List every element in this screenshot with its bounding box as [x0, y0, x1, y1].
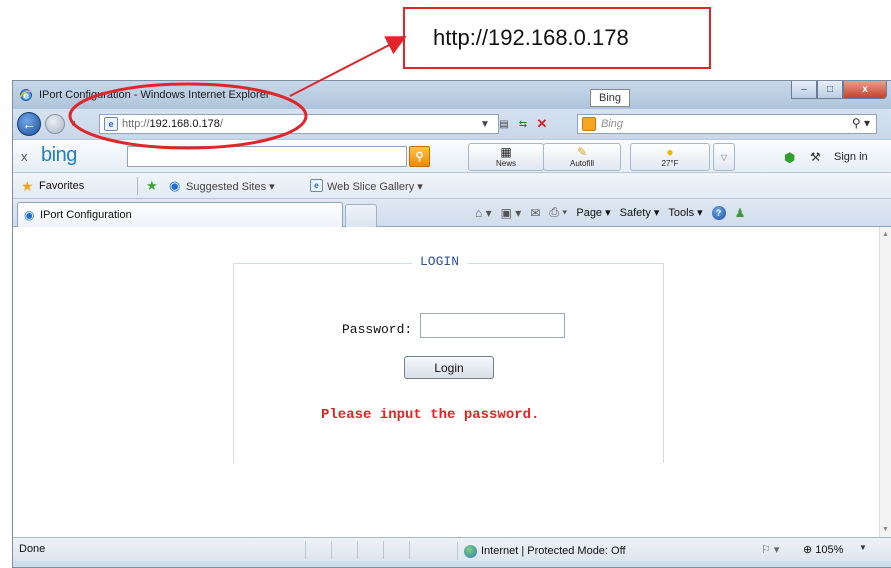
home-icon[interactable]: ⌂ ▾ — [475, 206, 492, 220]
page-menu[interactable]: Page ▾ — [576, 206, 610, 219]
annotation-callout: http://192.168.0.178 — [403, 7, 711, 69]
favorites-bar: ★ Favorites ★ ◉ Suggested Sites ▾ e Web … — [13, 173, 891, 199]
stop-icon[interactable]: ✕ — [534, 115, 550, 133]
sun-icon: ● — [666, 145, 674, 159]
news-label: News — [495, 159, 516, 168]
zoom-dropdown-icon[interactable]: ▼ — [859, 543, 867, 552]
bing-search-provider-icon — [582, 117, 596, 131]
search-icon[interactable]: ⚲ ▾ — [852, 116, 870, 130]
bing-bar-close-icon[interactable]: x — [21, 149, 28, 164]
autofill-button[interactable]: ✎ Autofill — [543, 143, 621, 171]
tab-label: IPort Configuration — [40, 209, 132, 221]
sign-in-link[interactable]: Sign in — [834, 151, 868, 163]
navigation-bar: ← ▼ e http:// 192.168.0.178 / ▼ ▤ ⇆ ✕ Bi… — [13, 109, 891, 139]
login-fieldset: LOGIN Password: Login Please input the p… — [233, 254, 664, 463]
security-zone[interactable]: Internet | Protected Mode: Off — [457, 542, 626, 560]
mail-icon[interactable]: ✉ — [530, 206, 540, 220]
web-slice-gallery-link[interactable]: Web Slice Gallery ▾ — [327, 180, 423, 193]
callout-url-text: http://192.168.0.178 — [433, 25, 629, 50]
search-box[interactable]: Bing ⚲ ▾ — [577, 114, 877, 134]
minimize-button[interactable]: – — [791, 81, 817, 99]
shield-icon[interactable]: ⬢ — [784, 150, 795, 166]
browser-window: e IPort Configuration - Windows Internet… — [12, 80, 891, 568]
favorites-divider — [137, 177, 138, 195]
address-protocol: http:// — [122, 118, 150, 130]
zoom-level[interactable]: ⊕ 105% — [803, 543, 843, 556]
protected-mode-icon[interactable]: ⚐ ▾ — [761, 543, 779, 556]
error-message: Please input the password. — [321, 407, 540, 423]
status-cell — [305, 541, 331, 559]
more-icon[interactable]: ▽ — [713, 143, 735, 171]
zone-text: Internet | Protected Mode: Off — [481, 545, 626, 557]
safety-menu[interactable]: Safety ▾ — [620, 206, 660, 219]
maximize-button[interactable]: □ — [817, 81, 843, 99]
password-input[interactable] — [420, 313, 565, 338]
status-cell — [383, 541, 409, 559]
login-button[interactable]: Login — [404, 356, 494, 379]
pencil-icon: ✎ — [576, 145, 588, 159]
forward-button[interactable] — [45, 114, 65, 134]
password-label: Password: — [342, 322, 413, 337]
weather-button[interactable]: ● 27°F — [630, 143, 710, 171]
bing-search-button[interactable]: ⚲ — [409, 146, 430, 167]
address-path: / — [219, 118, 223, 130]
search-placeholder: Bing — [601, 118, 624, 130]
page-icon: e — [104, 117, 118, 131]
scroll-up-icon[interactable]: ▲ — [882, 231, 889, 238]
status-cell — [331, 541, 357, 559]
news-icon: ▦ — [500, 145, 512, 159]
print-icon[interactable]: ⎙ ▾ — [549, 205, 567, 220]
history-dropdown-icon[interactable]: ▼ — [69, 119, 77, 128]
vertical-scrollbar[interactable]: ▲ ▼ — [879, 227, 891, 537]
globe-icon — [464, 544, 477, 558]
tools-menu[interactable]: Tools ▾ — [668, 206, 702, 219]
favorites-star-icon: ★ — [21, 178, 34, 194]
add-favorite-icon[interactable]: ★ — [146, 178, 158, 194]
tab-iport-configuration[interactable]: ◉ IPort Configuration — [17, 202, 343, 227]
page-content: LOGIN Password: Login Please input the p… — [13, 227, 891, 537]
compatibility-view-icon[interactable]: ▤ — [496, 115, 512, 133]
web-slice-icon: e — [310, 179, 323, 192]
feeds-icon[interactable]: ▣ ▾ — [501, 206, 522, 220]
tab-row: ◉ IPort Configuration ⌂ ▾ ▣ ▾ ✉ ⎙ ▾ Page… — [13, 199, 891, 227]
address-dropdown-icon[interactable]: ▼ — [477, 115, 493, 133]
new-tab-button[interactable] — [345, 204, 377, 227]
status-cell — [409, 541, 435, 559]
messenger-icon[interactable]: ♟ — [735, 206, 746, 220]
close-button[interactable]: x — [843, 81, 887, 99]
status-cells — [305, 541, 435, 559]
bing-search-input[interactable] — [127, 146, 407, 167]
status-text: Done — [19, 543, 46, 555]
tab-ie-icon: ◉ — [24, 208, 35, 222]
address-controls: ▼ ▤ ⇆ ✕ — [477, 115, 550, 133]
back-button[interactable]: ← — [17, 112, 41, 136]
status-cell — [357, 541, 383, 559]
window-title: IPort Configuration - Windows Internet E… — [39, 89, 270, 101]
address-bar[interactable]: e http:// 192.168.0.178 / — [99, 114, 499, 134]
bing-logo: bing — [41, 144, 77, 166]
bing-toolbar: x bing ⚲ ▦ News ✎ Autofill ● 27°F ▽ ⬢ ⚒ … — [13, 139, 891, 173]
favorites-button[interactable]: Favorites — [39, 180, 84, 192]
window-controls: – □ x — [791, 81, 887, 99]
weather-label: 27°F — [661, 159, 679, 168]
command-bar: ⌂ ▾ ▣ ▾ ✉ ⎙ ▾ Page ▾ Safety ▾ Tools ▾ ? … — [475, 205, 745, 220]
scroll-down-icon[interactable]: ▼ — [882, 526, 889, 533]
address-host: 192.168.0.178 — [149, 118, 220, 130]
bing-tooltip: Bing — [590, 89, 631, 107]
status-bar: Done Internet | Protected Mode: Off ⚐ ▾ … — [13, 537, 891, 561]
suggested-sites-icon: ◉ — [169, 178, 181, 193]
wrench-icon[interactable]: ⚒ — [810, 150, 821, 164]
ie-logo-icon: e — [19, 89, 33, 102]
help-icon[interactable]: ? — [711, 205, 726, 220]
title-bar[interactable]: e IPort Configuration - Windows Internet… — [13, 81, 891, 109]
autofill-label: Autofill — [569, 159, 594, 168]
news-button[interactable]: ▦ News — [468, 143, 544, 171]
suggested-sites-link[interactable]: Suggested Sites ▾ — [186, 180, 275, 193]
login-legend: LOGIN — [412, 254, 468, 269]
zoom-text: 105% — [815, 544, 844, 556]
refresh-icon[interactable]: ⇆ — [515, 115, 531, 133]
